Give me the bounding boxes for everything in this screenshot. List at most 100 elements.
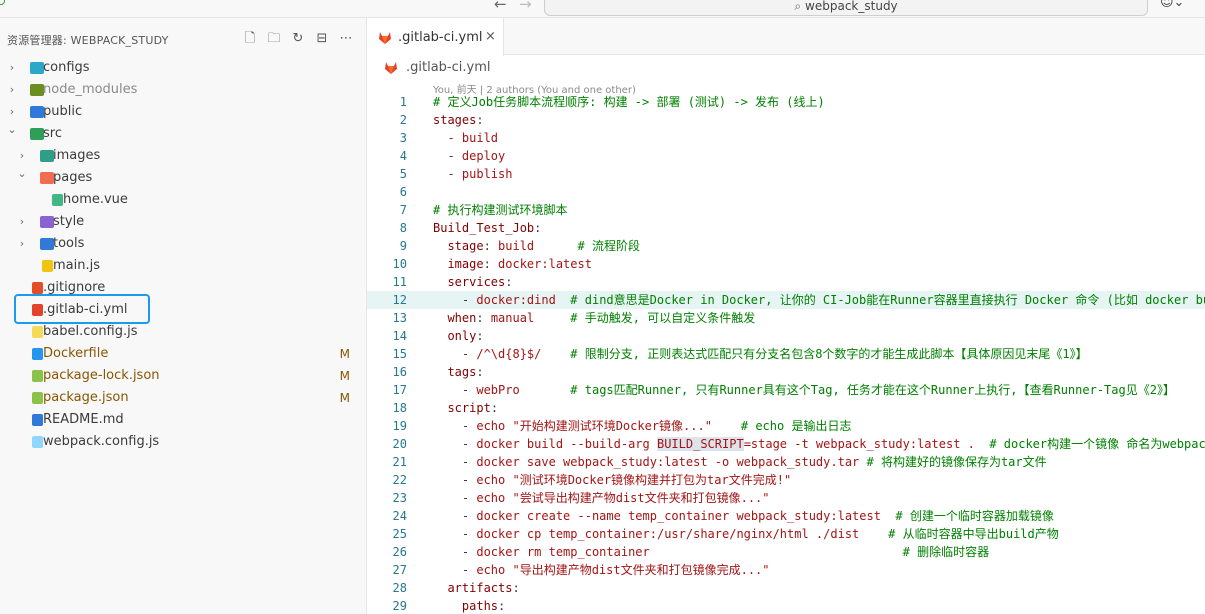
new-file-icon[interactable]: 🗋 [241,30,259,48]
chevron-right-icon[interactable]: › [16,233,28,255]
code-token: services [447,275,506,289]
code-token: : [476,365,484,379]
command-center-search[interactable]: ⌕ webpack_study [544,0,1148,16]
more-icon[interactable]: ⋯ [337,30,355,48]
code-token: docker:dind [476,293,556,307]
chevron-down-icon[interactable]: ⌄ [6,119,18,141]
new-folder-icon[interactable]: 🗀 [265,30,283,48]
code-token: - [433,509,477,523]
collapse-all-icon[interactable]: ⊟ [313,30,331,48]
code-token: - [433,149,462,163]
tree-item-home-vue[interactable]: home.vue [0,189,366,211]
tree-item-src[interactable]: ⌄ src [0,123,366,145]
search-text: webpack_study [805,0,898,13]
code-token: : [534,221,542,235]
code-token: # 流程阶段 [577,239,640,253]
tree-item-babel-config-js[interactable]: babel.config.js [0,321,366,343]
line-text: image: docker:latest [433,255,592,273]
code-view[interactable]: 1 # 定义Job任务脚本流程顺序: 构建 -> 部署 (测试) -> 发布 (线… [367,93,1205,614]
code-line[interactable]: 16 tags: [367,363,1205,381]
code-line[interactable]: 14 only: [367,327,1205,345]
code-line[interactable]: 28 artifacts: [367,579,1205,597]
code-line[interactable]: 4 - deploy [367,147,1205,165]
tree-item-public[interactable]: › public [0,101,366,123]
tree-item-pages[interactable]: ⌄ pages [0,167,366,189]
code-line[interactable]: 15 - /^\d{8}$/ # 限制分支, 正则表达式匹配只有分支名包含8个数… [367,345,1205,363]
code-line[interactable]: 20 - docker build --build-arg BUILD_SCRI… [367,435,1205,453]
code-line[interactable]: 11 services: [367,273,1205,291]
code-line[interactable]: 8 Build_Test_Job: [367,219,1205,237]
code-line[interactable]: 22 - echo "测试环境Docker镜像构建并打包为tar文件完成!" [367,471,1205,489]
chevron-right-icon[interactable]: › [6,57,18,79]
tree-item-configs[interactable]: › configs [0,57,366,79]
line-text: artifacts: [433,579,519,597]
code-token: =stage -t webpack_study:latest . [743,437,975,451]
code-line[interactable]: 13 when: manual # 手动触发, 可以自定义条件触发 [367,309,1205,327]
code-line[interactable]: 23 - echo "尝试导出构建产物dist文件夹和打包镜像..." [367,489,1205,507]
code-line[interactable]: 18 script: [367,399,1205,417]
tree-item-style[interactable]: › style [0,211,366,233]
chevron-right-icon[interactable]: › [16,211,28,233]
tree-item-label: webpack.config.js [43,434,160,449]
tree-item-package-lock-json[interactable]: package-lock.json M [0,365,366,387]
code-line[interactable]: 21 - docker save webpack_study:latest -o… [367,453,1205,471]
close-icon[interactable]: × [485,29,496,44]
line-number: 18 [392,401,407,415]
code-line[interactable]: 19 - echo "开始构建测试环境Docker镜像..." # echo 是… [367,417,1205,435]
code-token: - [433,527,477,541]
copilot-icon[interactable]: ☺⌄ [1160,0,1184,10]
refresh-icon[interactable]: ↻ [289,30,307,48]
code-line[interactable]: 6 [367,183,1205,201]
line-text: - deploy [433,147,505,165]
back-arrow-icon[interactable]: ← [494,0,507,13]
code-line[interactable]: 24 - docker create --name temp_container… [367,507,1205,525]
code-token: : [476,329,484,343]
chevron-right-icon[interactable]: › [6,79,18,101]
code-line[interactable]: 3 - build [367,129,1205,147]
explorer-sidebar: 资源管理器: WEBPACK_STUDY 🗋 🗀 ↻ ⊟ ⋯ › configs ›… [0,18,367,614]
tree-item-package-json[interactable]: package.json M [0,387,366,409]
code-line[interactable]: 9 stage: build # 流程阶段 [367,237,1205,255]
code-line[interactable]: 25 - docker cp temp_container:/usr/share… [367,525,1205,543]
tree-item-main-js[interactable]: main.js [0,255,366,277]
tree-item-tools[interactable]: › tools [0,233,366,255]
line-text: # 定义Job任务脚本流程顺序: 构建 -> 部署 (测试) -> 发布 (线上… [433,93,825,111]
tree-item-node-modules[interactable]: › node_modules [0,79,366,101]
code-line[interactable]: 12 - docker:dind # dind意思是Docker in Dock… [367,291,1205,309]
code-line[interactable]: 5 - publish [367,165,1205,183]
chevron-down-icon[interactable]: ⌄ [16,163,28,185]
line-number: 6 [399,185,407,199]
code-line[interactable]: 17 - webPro # tags匹配Runner, 只有Runner具有这个… [367,381,1205,399]
code-line[interactable]: 29 paths: [367,597,1205,614]
tree-item-readme-md[interactable]: README.md [0,409,366,431]
code-line[interactable]: 27 - echo "导出构建产物dist文件夹和打包镜像完成..." [367,561,1205,579]
code-token: /^\d{8}$/ [476,347,542,361]
code-token: - [433,293,477,307]
tree-item-webpack-config-js[interactable]: webpack.config.js [0,431,366,453]
code-line[interactable]: 7 # 执行构建测试环境脚本 [367,201,1205,219]
tab-gitlab-ci[interactable]: .gitlab-ci.yml × [367,18,504,56]
breadcrumb-file: .gitlab-ci.yml [406,60,491,75]
tree-item-images[interactable]: › images [0,145,366,167]
status-dot-icon [0,0,5,5]
forward-arrow-icon[interactable]: → [519,0,532,13]
code-line[interactable]: 10 image: docker:latest [367,255,1205,273]
code-line[interactable]: 26 - docker rm temp_container # 删除临时容器 [367,543,1205,561]
code-line[interactable]: 2 stages: [367,111,1205,129]
line-text: - docker save webpack_study:latest -o we… [433,453,1047,471]
tree-item-dockerfile[interactable]: Dockerfile M [0,343,366,365]
code-token: # docker构建一个镜像 命名为webpack_study:latest [989,437,1205,451]
line-number: 9 [399,239,407,253]
code-line[interactable]: 1 # 定义Job任务脚本流程顺序: 构建 -> 部署 (测试) -> 发布 (线… [367,93,1205,111]
folder-icon [30,62,44,74]
file-icon [32,436,43,448]
code-token: docker:latest [498,257,592,271]
line-number: 2 [399,113,407,127]
tree-item-label: images [53,148,101,163]
line-number: 29 [392,599,407,613]
